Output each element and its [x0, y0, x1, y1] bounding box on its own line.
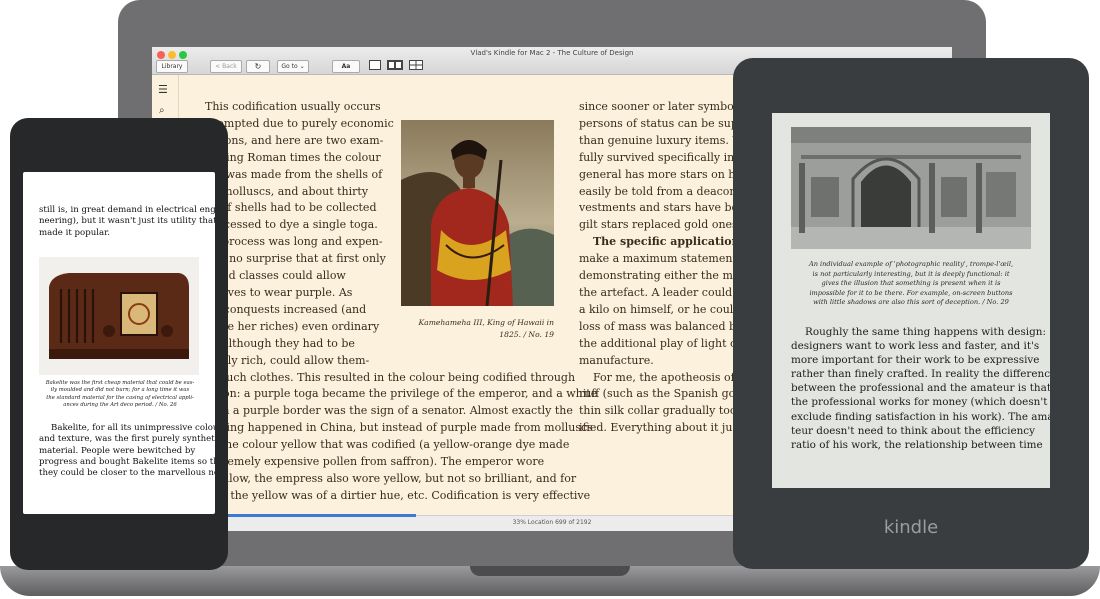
font-settings-button[interactable]: Aa — [332, 60, 360, 73]
reader-line: This codification usually occurs — [205, 100, 381, 113]
caption-line: Bakelite was the first cheap material th… — [45, 380, 195, 386]
kindle-line: the professional works for money (which … — [791, 396, 1048, 409]
portrait-caption: Kamehameha III, King of Hawaii in 1825. /… — [407, 317, 555, 341]
reader-line: as the colour yellow that was codified (… — [205, 438, 570, 452]
caption-line: the standard material for the casing of … — [46, 394, 194, 401]
kindle-body-text: Roughly the same thing happens with desi… — [791, 325, 1050, 452]
single-column-view-button[interactable] — [369, 60, 381, 71]
kindle-logo: kindle — [883, 517, 939, 538]
kindle-line: Roughly the same thing happens with desi… — [805, 326, 1046, 338]
library-button[interactable]: Library — [156, 60, 188, 73]
back-button[interactable]: < Back — [210, 60, 242, 73]
sync-button[interactable]: ↻ — [246, 60, 270, 73]
search-icon[interactable]: ⌕ — [159, 105, 165, 116]
phone-body-text: Bakelite, for all its unimpressive colou… — [39, 423, 215, 479]
two-column-view-button[interactable] — [387, 60, 403, 71]
grid-icon — [409, 60, 423, 70]
kindle-photo-caption: An individual example of 'photographic r… — [791, 260, 1031, 308]
phone-top-text: still is, in great demand in electrical … — [39, 205, 215, 239]
table-of-contents-icon[interactable]: ☰ — [158, 83, 168, 96]
phone-line: still is, in great demand in electrical … — [39, 205, 215, 215]
kindle-line: rather than finely crafted. In reality t… — [791, 368, 1050, 381]
caption-line: is not particularly interesting, but it … — [812, 269, 1010, 278]
kindle-line: more important for their work to be expr… — [791, 354, 1040, 367]
refresh-icon: ↻ — [254, 62, 262, 71]
single-column-icon — [369, 60, 381, 70]
caption-line: An individual example of 'photographic r… — [808, 260, 1014, 268]
phone-screen: still is, in great demand in electrical … — [23, 172, 215, 514]
bakelite-radio-photo — [39, 257, 199, 375]
grid-view-button[interactable] — [409, 60, 423, 71]
two-column-icon — [387, 60, 403, 70]
window-title: Vlad's Kindle for Mac 2 - The Culture of… — [470, 49, 634, 57]
phone-line: progress and bought Bakelite items so th… — [39, 456, 215, 467]
reader-line: t yellow, the empress also wore yellow, … — [205, 471, 577, 485]
kindle-line: designers want to work less and faster, … — [791, 340, 1040, 353]
phone-line: they could be closer to the marvellous n… — [39, 468, 215, 479]
reader-line: extremely expensive pollen from saffron)… — [205, 455, 545, 469]
goto-button[interactable]: Go to ⌄ — [277, 60, 309, 73]
reader-line: lation: a purple toga became the privile… — [205, 387, 598, 401]
caption-line: Kamehameha III, King of Hawaii in — [418, 318, 555, 327]
reader-line: es such clothes. This resulted in the co… — [205, 370, 576, 384]
kindle-line: exclude finding satisfaction in his work… — [791, 410, 1050, 423]
reader-line: sually rich, could allow them- — [205, 353, 370, 367]
caption-line: 1825. / No. 19 — [499, 330, 554, 339]
kindle-line: ratio of his work, the relationship betw… — [791, 438, 1043, 451]
phone-photo-caption: Bakelite was the first cheap material th… — [45, 380, 195, 410]
phone-line: made it popular. — [39, 227, 111, 238]
caption-line: ances during the Art deco period. / No. … — [63, 402, 177, 409]
caption-line: with little shadows are also this sort o… — [813, 298, 1009, 307]
caption-line: ily moulded and did not burn; for a long… — [50, 387, 190, 394]
laptop-notch — [470, 566, 630, 576]
phone-line: and texture, was the first purely synthe… — [39, 434, 215, 445]
phone-line: material. People were bewitched by — [39, 445, 196, 456]
building-photo — [791, 127, 1031, 251]
phone-line: Bakelite, for all its unimpressive colou… — [51, 423, 215, 433]
kindle-line: between the professional and the amateur… — [791, 382, 1050, 395]
reader-line: with a purple border was the sign of a s… — [205, 404, 573, 418]
caption-line: gives the illusion that something is pre… — [821, 279, 1001, 288]
phone-line: neering), but it wasn't just its utility… — [39, 216, 215, 227]
reader-line: e thing happened in China, but instead o… — [205, 421, 593, 435]
reader-line: ives the yellow was of a dirtier hue, et… — [205, 488, 591, 502]
kindle-screen: An individual example of 'photographic r… — [772, 113, 1050, 488]
portrait-illustration — [401, 120, 554, 306]
caption-line: impossible for it to be there. For examp… — [809, 288, 1013, 297]
kindle-line: teur doesn't need to think about the eff… — [791, 424, 1035, 437]
